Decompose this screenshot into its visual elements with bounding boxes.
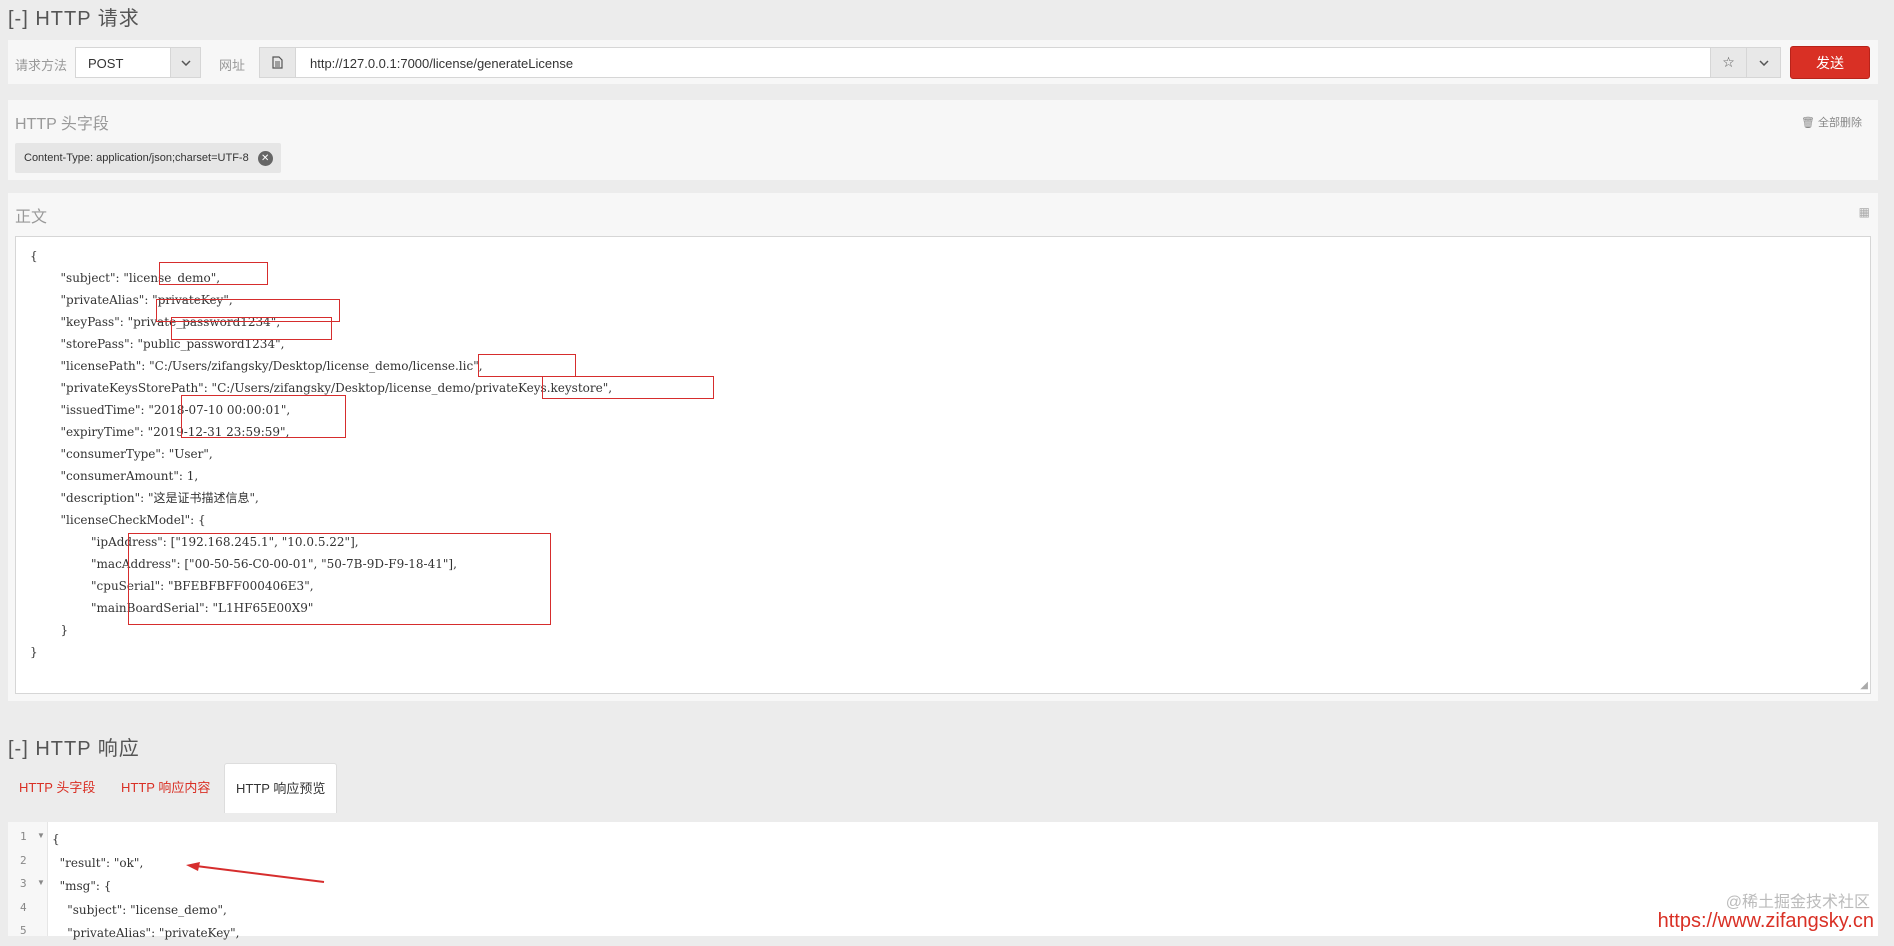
response-section-title[interactable]: [-] HTTP 响应 [8,732,140,761]
line-gutter: 1 ▼ 2 3 ▼ 4 5 [8,822,48,937]
resize-grip-icon[interactable]: ◢ [1860,680,1868,691]
url-label: 网址 [219,58,246,73]
header-chip[interactable]: Content-Type: application/json;charset=U… [15,143,281,173]
line-number: 1 [20,830,27,843]
body-panel: 正文 ▦ { "subject": "license_demo", "priva… [8,193,1878,701]
highlight-box [181,395,346,438]
clear-all-label: 全部删除 [1818,117,1862,129]
method-select[interactable]: POST [75,47,201,78]
grid-icon[interactable]: ▦ [1859,205,1870,219]
tab-response-content[interactable]: HTTP 响应内容 [110,763,221,813]
response-code: { "result": "ok", "msg": { "subject": "l… [52,832,240,940]
headers-panel: HTTP 头字段 🗑 全部删除 Content-Type: applicatio… [8,100,1878,180]
send-button[interactable]: 发送 [1790,46,1870,79]
highlight-box [128,533,551,625]
tab-headers[interactable]: HTTP 头字段 [8,763,106,813]
request-section-title[interactable]: [-] HTTP 请求 [8,2,140,31]
request-bar: 请求方法 POST 网址 http://127.0.0.1:7000/licen… [8,40,1878,84]
fold-arrow-icon[interactable]: ▼ [37,878,45,887]
star-icon[interactable]: ☆ [1710,48,1746,77]
highlight-box [478,354,576,377]
watermark-juejin: @稀土掘金技术社区 [1725,894,1870,911]
highlight-box [542,376,714,399]
tab-response-preview[interactable]: HTTP 响应预览 [224,763,338,813]
clear-all-button[interactable]: 🗑 全部删除 [1801,114,1862,130]
trash-icon: 🗑 [1800,117,1815,129]
fold-arrow-icon[interactable]: ▼ [37,831,45,840]
line-number: 5 [20,924,27,937]
close-icon[interactable]: ✕ [257,151,273,166]
method-value: POST [88,56,124,71]
annotation-arrow-icon [186,862,325,883]
highlight-box [159,262,268,285]
body-textarea[interactable]: { "subject": "license_demo", "privateAli… [15,236,1871,694]
highlight-box [171,317,332,340]
body-title: 正文 [15,209,48,226]
watermark-url: https://www.zifangsky.cn [1657,910,1874,932]
method-label: 请求方法 [15,58,68,73]
headers-title: HTTP 头字段 [15,116,109,133]
document-icon [260,48,296,77]
header-chip-label: Content-Type: application/json;charset=U… [24,152,249,164]
line-number: 2 [20,854,27,867]
url-value[interactable]: http://127.0.0.1:7000/license/generateLi… [310,56,573,71]
line-number: 3 [20,877,27,890]
chevron-down-icon[interactable] [170,48,200,77]
url-input[interactable]: http://127.0.0.1:7000/license/generateLi… [259,47,1781,78]
chevron-down-icon[interactable] [1746,48,1780,77]
line-number: 4 [20,901,27,914]
